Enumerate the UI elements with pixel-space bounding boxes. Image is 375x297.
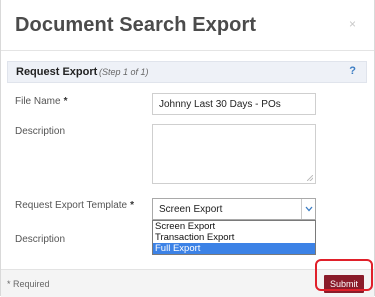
required-marker: * [130, 200, 135, 211]
resize-grip-icon[interactable] [307, 175, 313, 181]
help-icon[interactable]: ? [349, 65, 356, 77]
description-label: Description [15, 126, 66, 137]
template-selected-value: Screen Export [159, 204, 223, 215]
close-icon[interactable]: × [349, 17, 356, 31]
description-textarea[interactable] [152, 124, 316, 184]
export-dialog: Document Search Export × Request Export … [0, 0, 375, 297]
file-name-label: File Name * [15, 96, 68, 107]
chevron-down-icon[interactable] [301, 199, 315, 219]
template-label: Request Export Template * [15, 200, 135, 211]
file-name-input[interactable]: Johnny Last 30 Days - POs [152, 93, 316, 115]
section-title: Request Export [16, 66, 98, 78]
template-options-list: Screen Export Transaction Export Full Ex… [152, 220, 316, 255]
dialog-footer: * Required Submit [1, 269, 374, 297]
required-marker: * [63, 96, 68, 107]
dialog-title: Document Search Export [15, 14, 257, 36]
dialog-header: Document Search Export × [1, 0, 374, 51]
required-note: * Required [7, 279, 50, 289]
section-header: Request Export (Step 1 of 1) ? [7, 61, 367, 83]
template-option-highlighted[interactable]: Full Export [153, 243, 315, 254]
section-step: (Step 1 of 1) [99, 67, 149, 77]
submit-button[interactable]: Submit [324, 275, 364, 293]
template-option[interactable]: Transaction Export [153, 232, 315, 243]
description2-label: Description [15, 234, 66, 245]
template-select[interactable]: Screen Export [152, 198, 316, 220]
template-option[interactable]: Screen Export [153, 221, 315, 232]
